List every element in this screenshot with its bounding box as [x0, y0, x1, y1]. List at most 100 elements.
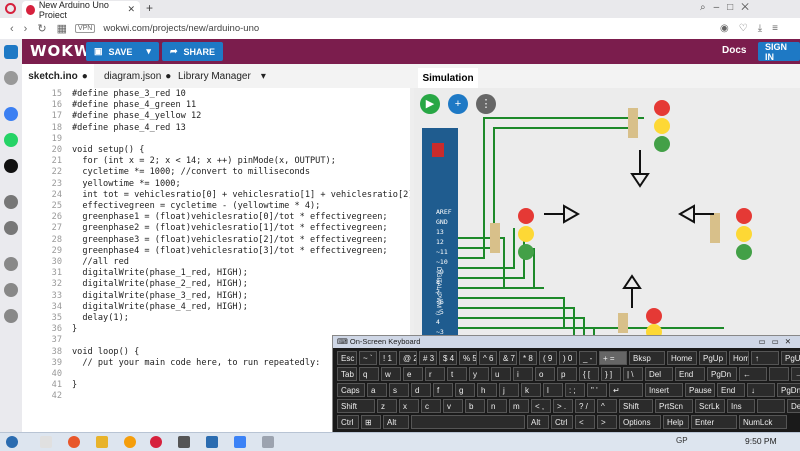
keyboard-close-icon[interactable]: ✕: [785, 337, 797, 346]
keyboard-key[interactable]: f: [433, 383, 453, 397]
code-line[interactable]: void setup() {: [72, 145, 144, 155]
share-button[interactable]: ➦ SHARE: [162, 42, 224, 61]
keyboard-key[interactable]: w: [381, 367, 401, 381]
keyboard-key[interactable]: ←: [739, 367, 767, 381]
keyboard-key[interactable]: NumLck: [739, 415, 787, 429]
keyboard-key[interactable]: Alt: [383, 415, 409, 429]
keyboard-key[interactable]: > .: [553, 399, 573, 413]
taskbar-app-7-icon[interactable]: [206, 436, 218, 448]
keyboard-key[interactable]: x: [399, 399, 419, 413]
keyboard-key[interactable]: $ 4: [439, 351, 457, 365]
taskbar-app-4-icon[interactable]: [124, 436, 136, 448]
code-line[interactable]: cycletime *= 1000; //convert to millisec…: [72, 167, 310, 177]
keyboard-key[interactable]: y: [469, 367, 489, 381]
keyboard-key[interactable]: Ins: [727, 399, 755, 413]
reload-icon[interactable]: ↻: [37, 22, 46, 35]
keyboard-key[interactable]: n: [487, 399, 507, 413]
keyboard-key[interactable]: z: [377, 399, 397, 413]
keyboard-key[interactable]: End: [717, 383, 745, 397]
code-line[interactable]: greenphase3 = (float)vehiclesratio[2]/to…: [72, 235, 387, 245]
keyboard-key[interactable]: Alt: [527, 415, 549, 429]
keyboard-key[interactable]: [757, 399, 785, 413]
keyboard-key[interactable]: ↵: [609, 383, 643, 397]
keyboard-key[interactable]: Insert: [645, 383, 683, 397]
keyboard-key[interactable]: & 7: [499, 351, 517, 365]
keyboard-key[interactable]: c: [421, 399, 441, 413]
keyboard-key[interactable]: v: [443, 399, 463, 413]
code-line[interactable]: }: [72, 324, 77, 334]
taskbar-app-2-icon[interactable]: [68, 436, 80, 448]
keyboard-key[interactable]: Shift: [337, 399, 375, 413]
code-line[interactable]: greenphase1 = (float)vehiclesratio[0]/to…: [72, 212, 387, 222]
keyboard-key[interactable]: ! 1: [379, 351, 397, 365]
keyboard-key[interactable]: _ -: [579, 351, 597, 365]
keyboard-key[interactable]: b: [465, 399, 485, 413]
keyboard-key[interactable]: | \: [623, 367, 643, 381]
taskbar-app-8-icon[interactable]: [234, 436, 246, 448]
keyboard-key[interactable]: PgDn: [777, 383, 800, 397]
whatsapp-icon[interactable]: [4, 133, 18, 147]
taskbar-app-6-icon[interactable]: [178, 436, 190, 448]
keyboard-key[interactable]: Help: [663, 415, 689, 429]
keyboard-key[interactable]: ^: [597, 399, 617, 413]
keyboard-key[interactable]: j: [499, 383, 519, 397]
keyboard-key[interactable]: Del: [787, 399, 800, 413]
taskbar-app-3-icon[interactable]: [96, 436, 108, 448]
keyboard-key[interactable]: [769, 367, 789, 381]
browser-tab[interactable]: New Arduino Uno Project ✕: [22, 0, 140, 20]
code-line[interactable]: delay(1);: [72, 313, 129, 323]
keyboard-key[interactable]: PgUp: [781, 351, 800, 365]
new-tab-icon[interactable]: +: [146, 1, 153, 15]
keyboard-key[interactable]: ~ `: [359, 351, 377, 365]
keyboard-key[interactable]: u: [491, 367, 511, 381]
keyboard-key[interactable]: Ctrl: [337, 415, 359, 429]
taskbar-clock[interactable]: 9:50 PM: [745, 436, 777, 446]
keyboard-key[interactable]: a: [367, 383, 387, 397]
star-icon[interactable]: [4, 71, 18, 85]
window-close-icon[interactable]: ✕: [741, 2, 757, 13]
code-line[interactable]: int tot = vehiclesratio[0] + vehiclesrat…: [72, 190, 465, 200]
code-line[interactable]: #define phase_4_yellow 12: [72, 111, 201, 121]
code-line[interactable]: yellowtime *= 1000;: [72, 179, 180, 189]
save-button[interactable]: ▣ SAVE ▾: [86, 42, 159, 61]
code-line[interactable]: #define phase_4_red 13: [72, 123, 186, 133]
code-line[interactable]: #define phase_4_green 11: [72, 100, 196, 110]
send-icon[interactable]: [4, 221, 18, 235]
save-dropdown-icon[interactable]: ▾: [146, 46, 151, 57]
code-line[interactable]: //all red: [72, 257, 129, 267]
keyboard-key[interactable]: " ': [587, 383, 607, 397]
keyboard-key[interactable]: ⊞: [361, 415, 381, 429]
keyboard-key[interactable]: PrtScn: [655, 399, 693, 413]
keyboard-key[interactable]: [411, 415, 525, 429]
keyboard-key[interactable]: e: [403, 367, 423, 381]
tab-library-manager[interactable]: Library Manager ▾: [178, 64, 266, 88]
keyboard-key[interactable]: Ctrl: [551, 415, 573, 429]
more-options-button[interactable]: ⋮: [476, 94, 496, 114]
keyboard-key[interactable]: s: [389, 383, 409, 397]
code-line[interactable]: }: [72, 380, 77, 390]
keyboard-key[interactable]: r: [425, 367, 445, 381]
keyboard-key[interactable]: Pause: [685, 383, 715, 397]
keyboard-key[interactable]: k: [521, 383, 541, 397]
keyboard-key[interactable]: i: [513, 367, 533, 381]
keyboard-key[interactable]: t: [447, 367, 467, 381]
tab-diagram[interactable]: diagram.json ●: [104, 64, 171, 88]
heart-sidebar-icon[interactable]: [4, 257, 18, 271]
keyboard-key[interactable]: l: [543, 383, 563, 397]
keyboard-key[interactable]: ? /: [575, 399, 595, 413]
keyboard-key[interactable]: * 8: [519, 351, 537, 365]
maximize-icon[interactable]: □: [727, 2, 741, 13]
tab-sketch[interactable]: sketch.ino ●: [22, 64, 94, 88]
code-line[interactable]: for (int x = 2; x < 14; x ++) pinMode(x,…: [72, 156, 336, 166]
code-line[interactable]: digitalWrite(phase_3_red, HIGH);: [72, 291, 248, 301]
keyboard-key[interactable]: d: [411, 383, 431, 397]
taskbar-app-9-icon[interactable]: [262, 436, 274, 448]
keyboard-key[interactable]: % 5: [459, 351, 477, 365]
minimize-icon[interactable]: –: [714, 2, 728, 13]
code-line[interactable]: greenphase4 = (float)vehiclesratio[3]/to…: [72, 246, 387, 256]
forward-icon[interactable]: ›: [24, 23, 28, 35]
keyboard-key[interactable]: ^ 6: [479, 351, 497, 365]
keyboard-key[interactable]: <: [575, 415, 595, 429]
keyboard-key[interactable]: Esc: [337, 351, 357, 365]
keyboard-key[interactable]: Enter: [691, 415, 737, 429]
